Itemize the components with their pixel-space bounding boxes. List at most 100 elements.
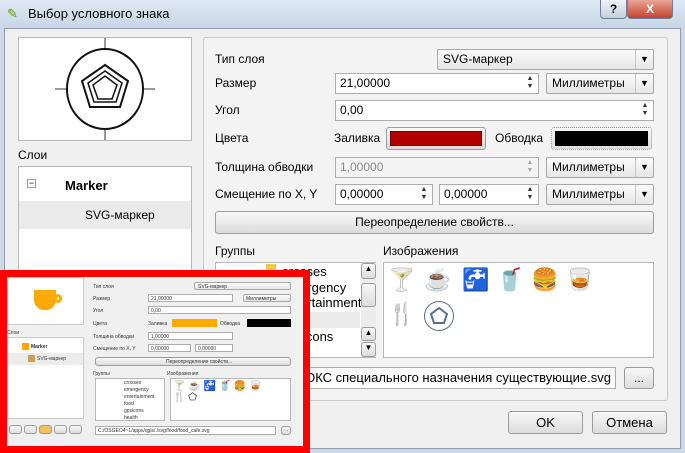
inset-svg-marker: SVG-маркер: [37, 356, 67, 362]
water-tap-icon[interactable]: 🚰: [460, 267, 492, 293]
cancel-button[interactable]: Отмена: [592, 411, 667, 434]
inset-field: 0,00000: [148, 344, 191, 352]
groups-scrollbar[interactable]: ▲ ▲ ▼: [361, 263, 376, 357]
inset-field: 0,00: [148, 306, 291, 314]
layer-svg-marker-row[interactable]: SVG-маркер: [19, 201, 191, 229]
colors-label: Цвета: [215, 131, 249, 145]
scroll-thumb[interactable]: [361, 283, 376, 307]
remove-layer-icon: [24, 425, 37, 434]
lock-icon: [39, 425, 52, 434]
marker-swatch-icon: [22, 343, 29, 350]
inset-marker: Marker: [31, 344, 48, 350]
help-button[interactable]: ?: [600, 0, 627, 19]
stroke-width-value: 1,00000: [340, 160, 384, 174]
angle-input[interactable]: 0,00 ▲ ▼: [335, 100, 654, 121]
override-properties-button[interactable]: Переопределение свойств...: [215, 211, 654, 234]
window-title: Выбор условного знака: [28, 6, 170, 21]
size-value: 21,00000: [340, 76, 391, 90]
highlighted-inset-screenshot: Слои Marker SVG-маркер Тип слоя SVG-марк…: [0, 270, 310, 453]
inset-group: entertainment: [124, 394, 155, 400]
inset-label: Тип слоя: [93, 284, 114, 290]
groups-label: Группы: [215, 244, 255, 258]
inset-label: Заливка: [148, 321, 168, 327]
layer-type-select[interactable]: SVG-маркер ▼: [437, 49, 654, 70]
inset-stroke-swatch: [247, 319, 291, 327]
pentagon-marker-preview-icon: [55, 38, 155, 140]
drink-glass-icon[interactable]: 🥃: [564, 267, 596, 293]
images-label: Изображения: [383, 244, 459, 258]
inset-layer-buttons: [9, 425, 85, 435]
size-unit-select[interactable]: Миллиметры ▼: [546, 73, 654, 94]
inset-group: crosses: [124, 380, 142, 386]
scroll-up-icon[interactable]: ▲: [361, 263, 376, 279]
inset-groups-list: crosses emergency entertainment food gps…: [95, 378, 165, 421]
stroke-unit-value: Миллиметры: [552, 160, 625, 174]
inset-group: gpsicons: [124, 408, 144, 414]
inset-field: 1,00000: [148, 332, 233, 340]
spinner-icon[interactable]: ▲ ▼: [523, 186, 537, 203]
inset-value: Переопределение свойств...: [166, 359, 233, 365]
qgis-app-icon: ✎: [7, 6, 18, 21]
cutlery-icon[interactable]: 🍴: [386, 301, 418, 327]
cup-handle-icon: [54, 294, 62, 303]
images-list[interactable]: 🍸 ☕ 🚰 🥤 🍔 🥃 🍴: [383, 262, 654, 358]
stroke-color-button[interactable]: [551, 127, 652, 150]
offset-unit-select[interactable]: Миллиметры ▼: [546, 184, 654, 205]
offset-x-value: 0,00000: [340, 187, 384, 201]
burger-icon[interactable]: 🍔: [529, 267, 561, 293]
add-layer-icon: [9, 425, 22, 434]
inset-label: Изображения: [167, 371, 199, 377]
offset-unit-value: Миллиметры: [552, 187, 625, 201]
fill-color-button[interactable]: [386, 127, 486, 150]
layer-marker[interactable]: Marker: [65, 178, 108, 193]
inset-label: Размер: [93, 296, 111, 302]
inset-label: Толщина обводки: [93, 334, 134, 340]
ok-button[interactable]: OK: [508, 411, 583, 434]
title-bar: ✎ Выбор условного знака ? X: [0, 0, 685, 28]
spinner-icon[interactable]: ▲ ▼: [523, 75, 537, 92]
collapse-icon[interactable]: −: [27, 179, 36, 188]
stroke-width-label: Толщина обводки: [215, 160, 314, 174]
chevron-down-icon: ▼: [635, 158, 653, 177]
symbol-preview: [18, 37, 192, 141]
offset-y-input[interactable]: 0,00000 ▲ ▼: [439, 184, 539, 205]
inset-group: health: [124, 415, 138, 421]
size-label: Размер: [215, 76, 257, 90]
chevron-down-icon: ▼: [635, 74, 653, 93]
cup-icon[interactable]: ☕: [422, 267, 454, 293]
stroke-label: Обводка: [495, 131, 544, 145]
scroll-up-icon[interactable]: ▲: [361, 327, 376, 341]
spinner-icon[interactable]: ▲ ▼: [523, 159, 537, 176]
close-button[interactable]: X: [627, 0, 673, 19]
spinner-icon[interactable]: ▲ ▼: [638, 102, 652, 119]
chevron-down-icon: ▼: [635, 185, 653, 204]
stroke-color-swatch: [555, 131, 648, 146]
stroke-width-input[interactable]: 1,00000 ▲ ▼: [335, 157, 539, 178]
scroll-down-icon[interactable]: ▼: [361, 342, 376, 357]
spinner-icon[interactable]: ▲ ▼: [417, 186, 431, 203]
browse-button[interactable]: ...: [624, 367, 654, 389]
inset-path-field: C:/OSGEO4~1/apps/qgis/./svg/food/food_ca…: [95, 426, 276, 435]
inset-fill-swatch: [172, 319, 217, 327]
inset-browse-button: ...: [281, 426, 291, 435]
fast-food-icon[interactable]: 🥤: [494, 267, 526, 293]
pentagon-marker-icon[interactable]: [424, 301, 454, 331]
inset-value: 0,00000: [198, 346, 217, 352]
layers-label: Слои: [18, 148, 48, 162]
stroke-unit-select[interactable]: Миллиметры ▼: [546, 157, 654, 178]
angle-value: 0,00: [340, 103, 364, 117]
svg-swatch-icon: [28, 355, 35, 362]
layers-tree[interactable]: − Marker SVG-маркер: [18, 166, 192, 276]
inset-label: Смещение по X, Y: [93, 346, 136, 352]
layer-type-value: SVG-маркер: [443, 52, 513, 66]
inset-value: 21,00000: [151, 296, 172, 302]
inset-label: Обводка: [220, 321, 241, 327]
layer-svg-marker: SVG-маркер: [85, 208, 155, 222]
move-up-icon: [54, 425, 67, 434]
inset-combo: SVG-маркер: [194, 282, 291, 290]
offset-x-input[interactable]: 0,00000 ▲ ▼: [335, 184, 433, 205]
size-input[interactable]: 21,00000 ▲ ▼: [335, 73, 539, 94]
size-unit-value: Миллиметры: [552, 76, 625, 90]
chevron-down-icon: ▼: [635, 50, 653, 69]
cocktail-glass-icon[interactable]: 🍸: [386, 267, 418, 293]
